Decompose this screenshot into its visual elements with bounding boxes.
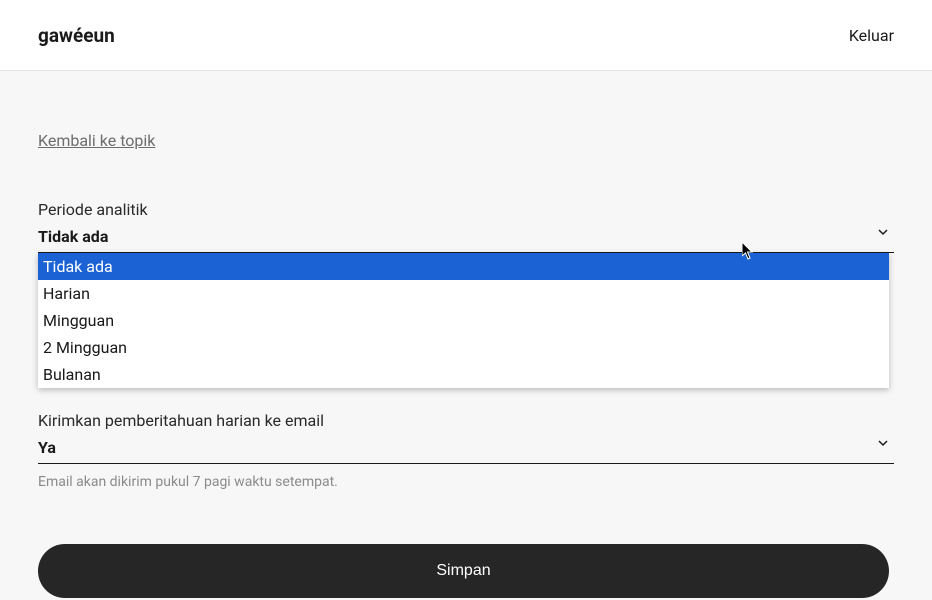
daily-email-label: Kirimkan pemberitahuan harian ke email [38, 411, 894, 430]
save-button[interactable]: Simpan [38, 544, 889, 598]
period-select-value: Tidak ada [38, 227, 894, 253]
period-value-text: Tidak ada [38, 227, 108, 246]
period-option[interactable]: 2 Mingguan [38, 334, 889, 361]
logout-link[interactable]: Keluar [849, 26, 894, 45]
period-field: Periode analitik Tidak ada Tidak ada Har… [38, 200, 894, 253]
logo: gawéeun [38, 24, 115, 47]
period-dropdown: Tidak ada Harian Mingguan 2 Mingguan Bul… [38, 253, 889, 388]
daily-email-select[interactable]: Ya [38, 438, 894, 464]
daily-email-help: Email akan dikirim pukul 7 pagi waktu se… [38, 474, 894, 490]
chevron-down-icon [878, 229, 888, 239]
period-label: Periode analitik [38, 200, 894, 219]
period-select[interactable]: Tidak ada Tidak ada Harian Mingguan 2 Mi… [38, 227, 894, 253]
header: gawéeun Keluar [0, 0, 932, 71]
period-option[interactable]: Tidak ada [38, 253, 889, 280]
period-option[interactable]: Bulanan [38, 361, 889, 388]
back-link[interactable]: Kembali ke topik [38, 131, 155, 150]
chevron-down-icon [878, 440, 888, 450]
period-option[interactable]: Harian [38, 280, 889, 307]
period-option[interactable]: Mingguan [38, 307, 889, 334]
daily-email-select-value: Ya [38, 438, 894, 464]
daily-email-field: Kirimkan pemberitahuan harian ke email Y… [38, 411, 894, 490]
content: Kembali ke topik Periode analitik Tidak … [0, 71, 932, 598]
daily-email-value-text: Ya [38, 438, 56, 457]
